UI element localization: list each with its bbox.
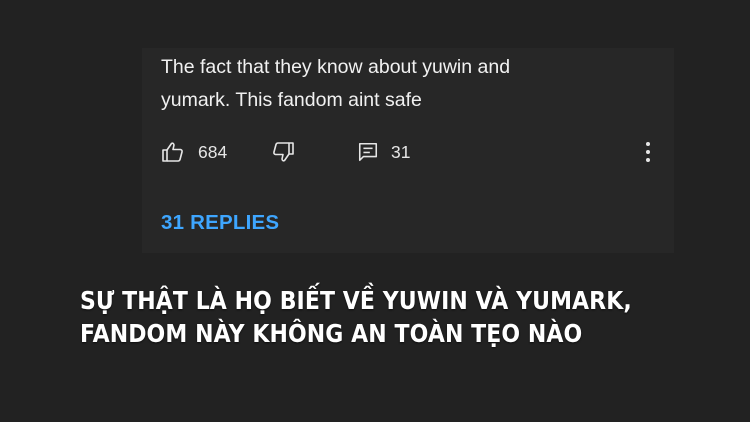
caption-line-1: SỰ THẬT LÀ HỌ BIẾT VỀ YUWIN VÀ YUMARK, — [80, 286, 632, 315]
view-replies-link[interactable]: 31 REPLIES — [161, 211, 279, 235]
reply-count: 31 — [391, 141, 411, 162]
like-count: 684 — [198, 141, 228, 162]
comment-actions: 684 31 — [161, 139, 661, 165]
reply-button[interactable]: 31 — [357, 139, 410, 165]
more-vertical-icon — [638, 142, 658, 169]
overlay-caption: SỰ THẬT LÀ HỌ BIẾT VỀ YUWIN VÀ YUMARK, F… — [80, 284, 643, 350]
comment-icon — [357, 141, 379, 163]
caption-line-2: FANDOM NÀY KHÔNG AN TOÀN TẸO NÀO — [80, 319, 583, 348]
like-button[interactable]: 684 — [161, 139, 227, 165]
thumbs-up-icon — [161, 140, 185, 164]
comment-text-line-1: The fact that they know about yuwin and — [161, 56, 511, 78]
comment-text-line-2: yumark. This fandom aint safe — [161, 89, 422, 111]
thumbs-down-icon — [271, 140, 295, 164]
comment-text: The fact that they know about yuwin and y… — [161, 51, 641, 117]
comment-card: The fact that they know about yuwin and y… — [142, 48, 674, 253]
more-options-button[interactable] — [638, 139, 658, 165]
dislike-button[interactable] — [271, 139, 295, 165]
